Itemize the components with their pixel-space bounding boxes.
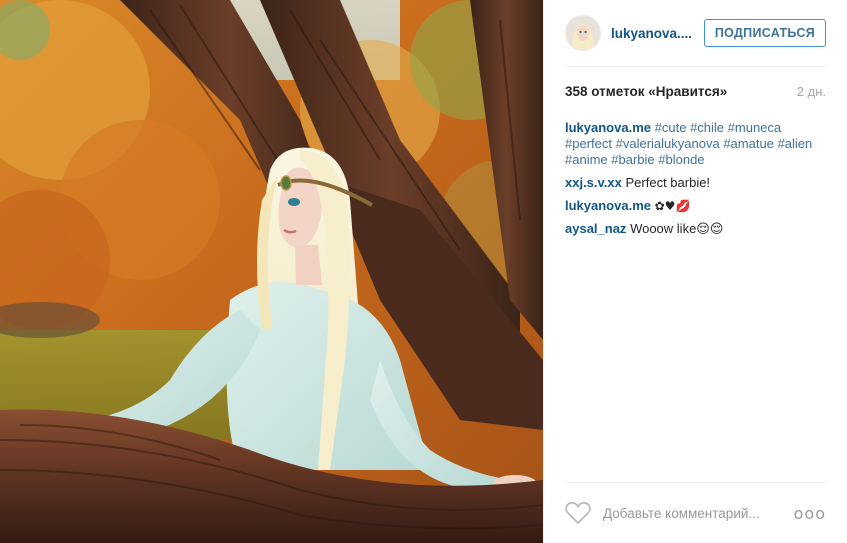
post-stats: 358 отметок «Нравится» 2 дн.	[565, 84, 826, 99]
comment-text: Perfect barbie!	[625, 175, 711, 190]
hashtag[interactable]: #chile	[690, 120, 724, 135]
post-timestamp[interactable]: 2 дн.	[797, 84, 826, 99]
instagram-post-modal: lukyanova.... ПОДПИСАТЬСЯ 358 отметок «Н…	[0, 0, 847, 543]
likes-count[interactable]: 358 отметок «Нравится»	[565, 84, 727, 99]
hashtag[interactable]: #muneca	[728, 120, 781, 135]
caption-username[interactable]: lukyanova.me	[565, 120, 651, 135]
comment-bar: ооо	[565, 482, 826, 543]
hashtag[interactable]: #perfect	[565, 136, 612, 151]
post-header: lukyanova.... ПОДПИСАТЬСЯ	[565, 0, 826, 67]
comment-username[interactable]: aysal_naz	[565, 221, 626, 236]
post-details-panel: lukyanova.... ПОДПИСАТЬСЯ 358 отметок «Н…	[543, 0, 847, 543]
avatar[interactable]	[565, 15, 601, 51]
hashtag[interactable]: #blonde	[658, 152, 704, 167]
comment-text: Wooow like😌😌	[630, 221, 724, 236]
hashtag[interactable]: #anime	[565, 152, 608, 167]
comment-item: aysal_naz Wooow like😌😌	[565, 221, 826, 237]
hashtag[interactable]: #cute	[655, 120, 687, 135]
comment-username[interactable]: lukyanova.me	[565, 198, 651, 213]
post-author-username[interactable]: lukyanova....	[611, 26, 692, 41]
comments-list: lukyanova.me #cute #chile #muneca #perfe…	[565, 120, 826, 244]
hashtag[interactable]: #barbie	[611, 152, 654, 167]
comment-item: lukyanova.me ✿♥💋	[565, 198, 826, 214]
more-options-icon[interactable]: ооо	[794, 504, 826, 523]
post-photo[interactable]	[0, 0, 543, 543]
hashtag[interactable]: #amatue	[723, 136, 774, 151]
hashtag[interactable]: #valerialukyanova	[616, 136, 720, 151]
caption: lukyanova.me #cute #chile #muneca #perfe…	[565, 120, 826, 168]
comment-input[interactable]	[601, 504, 794, 522]
comment-text: ✿♥💋	[654, 199, 691, 213]
hashtag[interactable]: #alien	[778, 136, 813, 151]
comment-item: xxj.s.v.xx Perfect barbie!	[565, 175, 826, 191]
like-heart-icon[interactable]	[565, 501, 591, 525]
follow-button[interactable]: ПОДПИСАТЬСЯ	[703, 19, 826, 47]
comment-username[interactable]: xxj.s.v.xx	[565, 175, 622, 190]
